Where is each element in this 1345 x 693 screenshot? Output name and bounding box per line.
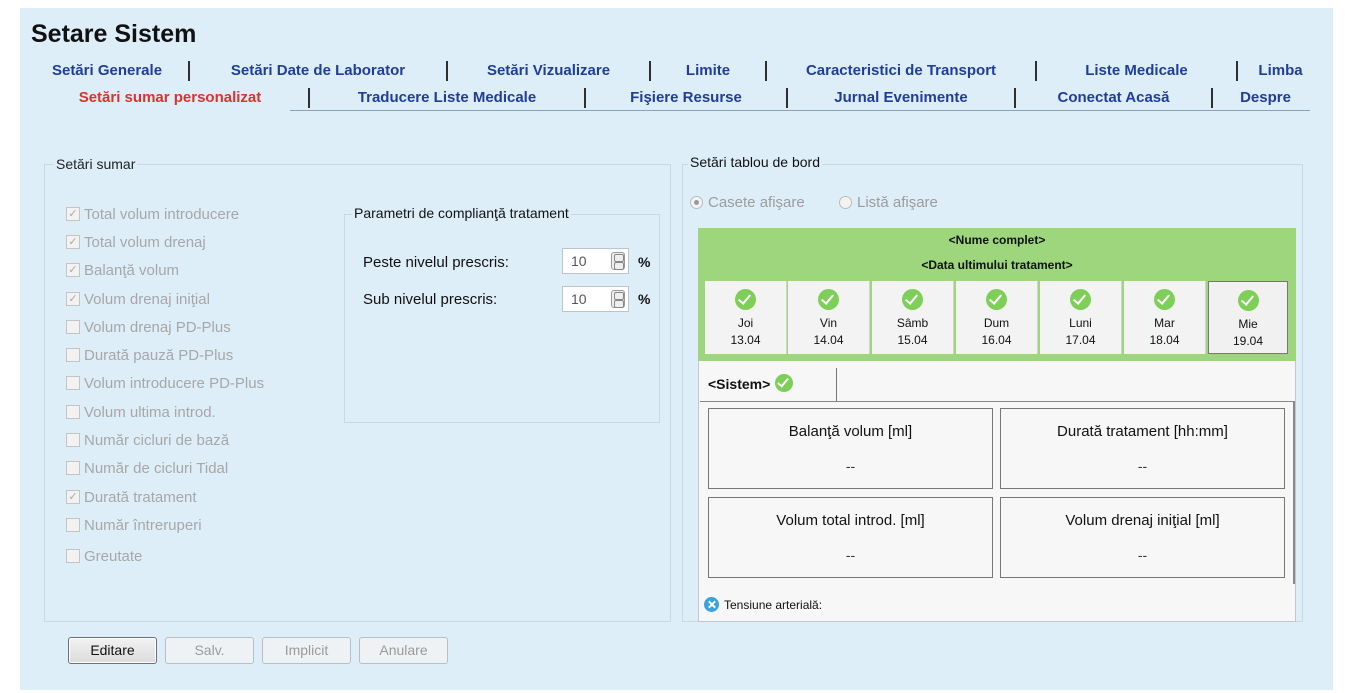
tab-medical-list-translation[interactable]: Traducere Liste Medicale <box>310 88 586 108</box>
patient-name: <Nume complet> <box>948 233 1046 247</box>
compliance-parameters-group <box>344 214 660 423</box>
check-circle-icon <box>775 374 794 392</box>
check-circle-icon <box>902 289 923 310</box>
metric-treatment-duration: Durată tratament [hh:mm] -- <box>1000 408 1285 489</box>
checkbox-interruptions[interactable]: Număr întreruperi <box>66 516 202 534</box>
spinner-arrows-icon[interactable] <box>611 252 625 270</box>
check-circle-icon <box>1237 290 1259 311</box>
below-prescribed-label: Sub nivelul prescris: <box>363 291 498 308</box>
checkbox-checked-icon: ✓ <box>66 207 80 221</box>
day-tile[interactable]: Luni 17.04 <box>1040 281 1122 354</box>
day-tile[interactable]: Mar 18.04 <box>1124 281 1206 354</box>
check-circle-icon <box>818 289 839 310</box>
spinner-arrows-icon[interactable] <box>611 290 625 308</box>
checkbox-pd-plus-pause-duration[interactable]: Durată pauză PD-Plus <box>66 346 233 364</box>
below-prescribed-spinner[interactable]: 10 <box>562 286 629 312</box>
day-tile[interactable]: Sâmb 15.04 <box>872 281 954 354</box>
system-tab[interactable]: <Sistem> <box>700 368 837 401</box>
checkbox-checked-icon: ✓ <box>66 292 80 306</box>
tab-custom-summary-settings[interactable]: Setări sumar personalizat <box>32 88 310 108</box>
metric-volume-balance: Balanţă volum [ml] -- <box>708 408 993 489</box>
tab-general-settings[interactable]: Setări Generale <box>26 61 190 81</box>
tab-row-top: Setări Generale Setări Date de Laborator… <box>26 61 1323 81</box>
tab-lab-data-settings[interactable]: Setări Date de Laborator <box>190 61 448 81</box>
system-panel-border <box>700 401 1294 402</box>
tab-event-log[interactable]: Jurnal Evenimente <box>788 88 1016 108</box>
default-button[interactable]: Implicit <box>262 637 351 664</box>
tab-transport-characteristics[interactable]: Caracteristici de Transport <box>767 61 1037 81</box>
checkbox-unchecked-icon <box>66 376 80 390</box>
tab-divider <box>290 110 1310 111</box>
checkbox-volume-balance[interactable]: ✓ Balanţă volum <box>66 261 179 279</box>
tab-about[interactable]: Despre <box>1213 88 1318 108</box>
checkbox-unchecked-icon <box>66 320 80 334</box>
checkbox-unchecked-icon <box>66 433 80 447</box>
checkbox-unchecked-icon <box>66 461 80 475</box>
checkbox-total-fill-volume[interactable]: ✓ Total volum introducere <box>66 205 239 223</box>
checkbox-unchecked-icon <box>66 518 80 532</box>
checkbox-treatment-duration[interactable]: ✓ Durată tratament <box>66 488 197 506</box>
check-circle-icon <box>986 289 1007 310</box>
system-panel-border <box>1293 401 1295 584</box>
x-circle-icon <box>704 597 719 612</box>
above-prescribed-label: Peste nivelul prescris: <box>363 254 509 271</box>
tab-language[interactable]: Limba <box>1238 61 1323 81</box>
checkbox-pd-plus-drain-volume[interactable]: Volum drenaj PD-Plus <box>66 318 231 336</box>
day-tile[interactable]: Dum 16.04 <box>956 281 1038 354</box>
summary-settings-title: Setări sumar <box>54 156 138 172</box>
checkbox-base-cycles[interactable]: Număr cicluri de bază <box>66 431 229 449</box>
tab-display-settings[interactable]: Setări Vizualizare <box>448 61 651 81</box>
checkbox-initial-drain-volume[interactable]: ✓ Volum drenaj iniţial <box>66 290 210 308</box>
check-circle-icon <box>1070 289 1091 310</box>
tab-resource-files[interactable]: Fişiere Resurse <box>586 88 788 108</box>
tab-connected-home[interactable]: Conectat Acasă <box>1016 88 1213 108</box>
checkbox-checked-icon: ✓ <box>66 263 80 277</box>
radio-display-tiles[interactable]: Casete afişare <box>690 194 805 211</box>
metric-total-fill-volume: Volum total introd. [ml] -- <box>708 497 993 578</box>
above-prescribed-spinner[interactable]: 10 <box>562 248 629 274</box>
checkbox-unchecked-icon <box>66 405 80 419</box>
day-tile-selected[interactable]: Mie 19.04 <box>1208 281 1288 354</box>
save-button[interactable]: Salv. <box>165 637 254 664</box>
tab-medical-lists[interactable]: Liste Medicale <box>1037 61 1238 81</box>
dashboard-settings-title: Setări tablou de bord <box>688 154 822 170</box>
compliance-parameters-title: Parametri de complianţă tratament <box>352 205 571 221</box>
radio-display-list[interactable]: Listă afişare <box>839 194 938 211</box>
day-tile[interactable]: Vin 14.04 <box>788 281 870 354</box>
checkbox-checked-icon: ✓ <box>66 235 80 249</box>
tab-limits[interactable]: Limite <box>651 61 767 81</box>
metric-initial-drain-volume: Volum drenaj iniţial [ml] -- <box>1000 497 1285 578</box>
tab-row-bottom: Setări sumar personalizat Traducere List… <box>32 88 1318 108</box>
page-title: Setare Sistem <box>31 20 197 48</box>
checkbox-total-drain-volume[interactable]: ✓ Total volum drenaj <box>66 233 206 251</box>
day-tile[interactable]: Joi 13.04 <box>705 281 787 354</box>
check-circle-icon <box>1154 289 1175 310</box>
radio-unselected-icon <box>839 196 852 209</box>
check-circle-icon <box>735 289 756 310</box>
checkbox-weight[interactable]: Greutate <box>66 547 142 565</box>
checkbox-last-fill-volume[interactable]: Volum ultima introd. <box>66 403 216 421</box>
radio-selected-icon <box>690 196 703 209</box>
last-treatment-date: <Data ultimului tratament> <box>921 258 1073 272</box>
checkbox-pd-plus-fill-volume[interactable]: Volum introducere PD-Plus <box>66 374 264 392</box>
edit-button[interactable]: Editare <box>68 637 157 664</box>
cancel-button[interactable]: Anulare <box>359 637 448 664</box>
above-percent-unit: % <box>638 254 651 270</box>
blood-pressure-row: Tensiune arterială: <box>704 597 822 612</box>
checkbox-unchecked-icon <box>66 348 80 362</box>
below-percent-unit: % <box>638 291 651 307</box>
checkbox-checked-icon: ✓ <box>66 490 80 504</box>
checkbox-unchecked-icon <box>66 549 80 563</box>
checkbox-tidal-cycles[interactable]: Număr de cicluri Tidal <box>66 459 228 477</box>
